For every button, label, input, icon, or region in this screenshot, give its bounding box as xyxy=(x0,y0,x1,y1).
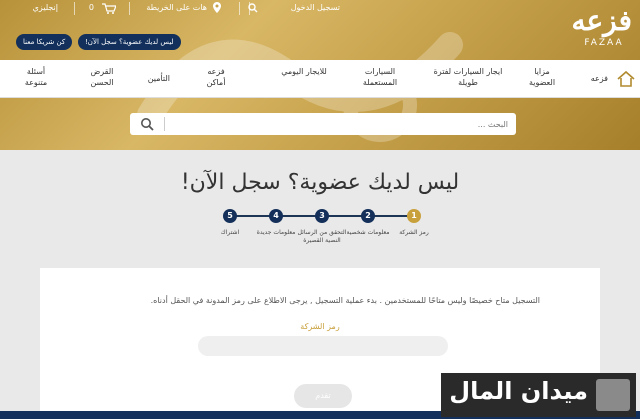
register-pill[interactable]: ليس لديك عضوية؟ سجل الآن! xyxy=(78,34,181,50)
submit-button[interactable]: تقدم xyxy=(294,384,352,408)
step-4: 4 معلومات جديدة xyxy=(257,209,295,236)
step-5: 5 اشتراك xyxy=(221,209,239,236)
watermark-text: ميدان المال xyxy=(449,377,588,405)
step-4-number: 4 xyxy=(269,209,283,223)
step-2-label: معلومات شخصية xyxy=(346,229,390,236)
step-1-label: رمز الشركة xyxy=(399,229,429,236)
home-icon[interactable] xyxy=(616,69,636,89)
nav-faq[interactable]: أسئلة متنوعة xyxy=(16,66,56,88)
map-link[interactable]: هات على الخريطة xyxy=(146,3,207,12)
step-4-label: معلومات جديدة xyxy=(256,229,296,236)
login-link[interactable]: تسجيل الدخول xyxy=(291,3,340,12)
map-pin-icon xyxy=(213,2,221,13)
step-5-number: 5 xyxy=(223,209,237,223)
nav-fazaa-places[interactable]: فزعه أماكن xyxy=(202,66,230,88)
nav-long-term-rental[interactable]: ايجار السيارات لفترة طويلة xyxy=(428,66,508,88)
logo-word: FAZAA xyxy=(584,38,624,48)
registration-steps: 1 رمز الشركة 2 معلومات شخصية 3 التحقق من… xyxy=(215,209,429,259)
step-2-number: 2 xyxy=(361,209,375,223)
step-1-number: 1 xyxy=(407,209,421,223)
company-code-input[interactable] xyxy=(198,336,448,356)
main-nav: فزعه مزايا العضوية ايجار السيارات لفترة … xyxy=(0,60,640,98)
search-icon[interactable] xyxy=(248,3,258,13)
top-bar: تسجيل الدخول هات على الخريطة 0 إنجليزي xyxy=(0,0,640,18)
search-bar xyxy=(130,113,516,135)
search-input[interactable] xyxy=(168,116,508,132)
logo-mark: فزعه xyxy=(571,4,632,37)
watermark-logo-icon xyxy=(596,379,630,411)
step-3-label: التحقق من الرسائل النصية القصيرة xyxy=(297,229,347,244)
search-divider xyxy=(164,117,165,131)
nav-good-loan[interactable]: القرض الحسن xyxy=(84,66,120,88)
step-1: 1 رمز الشركة xyxy=(399,209,429,236)
nav-membership-benefits[interactable]: مزايا العضوية xyxy=(520,66,564,88)
step-3: 3 التحقق من الرسائل النصية القصيرة xyxy=(298,209,346,244)
nav-fazaa[interactable]: فزعه xyxy=(591,73,608,84)
step-3-number: 3 xyxy=(315,209,329,223)
cart-icon[interactable] xyxy=(102,3,116,14)
page-title: ليس لديك عضوية؟ سجل الآن! xyxy=(180,170,460,195)
partner-pill[interactable]: كن شريكا معنا xyxy=(16,34,73,50)
fazaa-logo[interactable]: فزعه FAZAA xyxy=(571,4,632,58)
nav-insurance[interactable]: التأمين xyxy=(148,73,170,84)
form-info-text: التسجيل متاح خصيصًا وليس متاحًا للمستخدم… xyxy=(150,296,540,305)
search-icon[interactable] xyxy=(140,117,154,131)
language-link[interactable]: إنجليزي xyxy=(33,3,58,12)
nav-used-cars[interactable]: السيارات المستعملة xyxy=(352,66,408,88)
nav-daily-rental[interactable]: للايجار اليومي xyxy=(280,66,328,77)
step-2: 2 معلومات شخصية xyxy=(347,209,389,236)
watermark: ميدان المال xyxy=(441,373,636,417)
step-5-label: اشتراك xyxy=(220,229,240,236)
company-code-label: رمز الشركة xyxy=(300,322,340,331)
cart-count: 0 xyxy=(88,3,94,12)
